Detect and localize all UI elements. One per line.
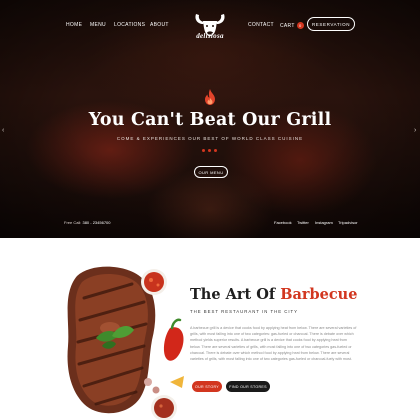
our-story-button[interactable]: Our Story [192, 381, 222, 392]
cart-label: Cart [280, 22, 295, 29]
slider-dots [202, 149, 217, 152]
section-title-prefix: The Art Of [190, 286, 276, 303]
reservation-button[interactable]: Reservation [307, 17, 355, 31]
section-subtitle: The best restaurant in the city [190, 309, 299, 314]
social-twitter-link[interactable]: Twitter [297, 220, 309, 225]
section-body-text: A barbecue grill is a device that cooks … [190, 326, 357, 362]
cart-count-badge: 0 [296, 22, 304, 29]
free-call-label: Free Call: [64, 220, 82, 225]
hero-subtitle: Come & experiences our best of world cla… [116, 136, 304, 141]
find-stores-button[interactable]: Find Our Stores [226, 381, 270, 392]
bull-logo-icon[interactable] [190, 6, 230, 46]
social-instagram-link[interactable]: Instagram [315, 220, 333, 225]
nav-contact[interactable]: Contact [248, 22, 274, 28]
nav-about[interactable]: About [150, 22, 169, 28]
nav-locations[interactable]: Locations [114, 22, 145, 28]
slider-dot[interactable] [214, 149, 217, 152]
logo-text[interactable]: delisiosa [185, 32, 235, 40]
slider-dot[interactable] [208, 149, 211, 152]
our-menu-button[interactable]: Our Menu [194, 166, 228, 178]
nav-home[interactable]: Home [66, 22, 82, 28]
free-call-number[interactable]: 380 - 23456700 [82, 220, 110, 225]
slider-dot[interactable] [202, 149, 205, 152]
nav-menu[interactable]: Menu [90, 22, 106, 28]
social-facebook-link[interactable]: Facebook [274, 220, 292, 225]
hero-title: You Can't Beat Our Grill [88, 110, 332, 130]
social-tripadvisor-link[interactable]: Tripadvisor [338, 220, 358, 225]
nav-cart[interactable]: Cart 0 [280, 22, 304, 29]
section-title: The Art Of Barbecue [190, 286, 357, 303]
free-call: Free Call: 380 - 23456700 [64, 220, 111, 225]
steak-image [67, 266, 184, 420]
section-title-accent: Barbecue [280, 286, 358, 303]
hero-section: Home Menu Locations About delisiosa Cont… [0, 0, 420, 238]
flame-icon [205, 89, 215, 105]
